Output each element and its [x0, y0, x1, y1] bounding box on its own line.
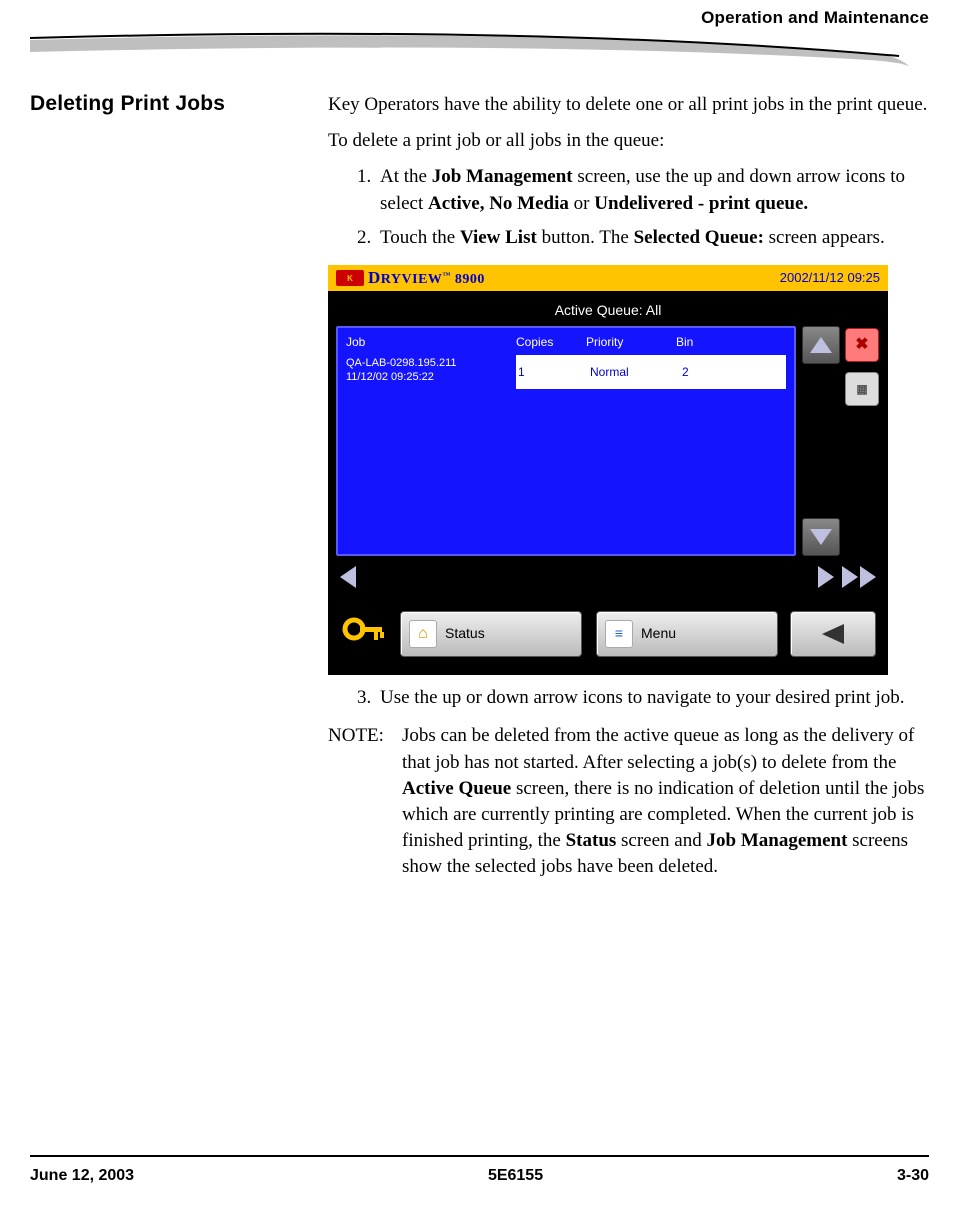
page-left-button[interactable]	[340, 566, 356, 588]
step-3: Use the up or down arrow icons to naviga…	[376, 685, 929, 711]
brand-d: D	[368, 268, 381, 287]
step2-bold2: Selected Queue:	[634, 227, 764, 248]
step1-text: At the	[380, 166, 432, 187]
screenshot-timestamp: 2002/11/12 09:25	[780, 269, 880, 287]
note-body: Jobs can be deleted from the active queu…	[402, 723, 929, 880]
page-right-button[interactable]	[818, 566, 834, 588]
cell-job: QA-LAB-0298.195.211 11/12/02 09:25:22	[346, 355, 516, 389]
status-button[interactable]: ⌂ Status	[400, 611, 582, 657]
scroll-down-button[interactable]	[802, 518, 840, 556]
step2-text: Touch the	[380, 227, 460, 248]
brand-model: 8900	[455, 272, 485, 287]
brand-rest: RYVIEW	[381, 272, 443, 287]
step1-text3: or	[569, 193, 594, 214]
x-icon: ✖	[855, 334, 868, 356]
footer-date: June 12, 2003	[30, 1167, 134, 1185]
note-block: NOTE: Jobs can be deleted from the activ…	[328, 723, 929, 880]
chevron-up-icon	[810, 337, 832, 353]
note-text3: screen and	[616, 830, 706, 851]
home-icon: ⌂	[409, 620, 437, 648]
chevron-left-icon	[340, 566, 356, 588]
step2-bold1: View List	[460, 227, 537, 248]
section-title: Deleting Print Jobs	[30, 92, 300, 116]
cell-bin: 2	[680, 355, 742, 389]
page-footer: June 12, 2003 5E6155 3-30	[30, 1155, 929, 1205]
table-header: Job Copies Priority Bin	[346, 334, 786, 351]
running-head: Operation and Maintenance	[30, 0, 929, 32]
delete-button[interactable]: ✖	[845, 328, 879, 362]
note-bold2: Status	[566, 830, 617, 851]
back-button[interactable]	[790, 611, 876, 657]
note-label: NOTE:	[328, 723, 386, 880]
cell-job-line1: QA-LAB-0298.195.211	[346, 357, 516, 371]
table-row[interactable]: QA-LAB-0298.195.211 11/12/02 09:25:22 1 …	[346, 355, 786, 389]
cell-job-line2: 11/12/02 09:25:22	[346, 371, 516, 385]
double-chevron-right-icon-2	[860, 566, 876, 588]
double-chevron-right-icon	[842, 566, 858, 588]
footer-docnum: 5E6155	[488, 1167, 543, 1185]
list-icon: ≡	[605, 620, 633, 648]
step1-bold2: Active, No Media	[428, 193, 569, 214]
step-2: Touch the View List button. The Selected…	[376, 225, 929, 251]
chevron-down-icon	[810, 529, 832, 545]
step1-bold1: Job Management	[432, 166, 573, 187]
note-bold1: Active Queue	[402, 778, 511, 799]
image-button[interactable]: ▦	[845, 372, 879, 406]
status-button-label: Status	[445, 624, 485, 643]
th-bin: Bin	[676, 334, 736, 351]
kodak-chip-icon: K	[336, 270, 364, 286]
page-end-button[interactable]	[842, 566, 876, 588]
note-text1: Jobs can be deleted from the active queu…	[402, 725, 914, 772]
screenshot-titlebar: K DRYVIEW™ 8900 2002/11/12 09:25	[328, 265, 888, 291]
intro-paragraph-2: To delete a print job or all jobs in the…	[328, 128, 929, 154]
step2-text3: screen appears.	[764, 227, 885, 248]
footer-pagenum: 3-30	[897, 1167, 929, 1185]
image-icon: ▦	[856, 381, 867, 398]
menu-button-label: Menu	[641, 624, 676, 643]
step2-text2: button. The	[537, 227, 634, 248]
chevron-right-icon	[818, 566, 834, 588]
cell-priority: Normal	[588, 355, 680, 389]
th-copies: Copies	[516, 334, 586, 351]
arrow-left-icon	[822, 624, 844, 644]
header-swoosh	[30, 32, 929, 72]
scroll-up-button[interactable]	[802, 326, 840, 364]
intro-paragraph-1: Key Operators have the ability to delete…	[328, 92, 929, 118]
th-priority: Priority	[586, 334, 676, 351]
queue-table: Job Copies Priority Bin QA-LAB-0298.195.…	[336, 326, 796, 556]
brand-tm: ™	[442, 271, 451, 280]
step1-bold3: Undelivered - print queue.	[594, 193, 808, 214]
step-1: At the Job Management screen, use the up…	[376, 164, 929, 216]
screen-title: Active Queue: All	[336, 301, 880, 320]
brand-logo: K DRYVIEW™ 8900	[336, 266, 485, 289]
th-job: Job	[346, 334, 516, 351]
cell-copies: 1	[516, 355, 588, 389]
embedded-screenshot: K DRYVIEW™ 8900 2002/11/12 09:25 Active …	[328, 265, 888, 675]
menu-button[interactable]: ≡ Menu	[596, 611, 778, 657]
key-icon	[340, 615, 388, 653]
note-bold3: Job Management	[707, 830, 848, 851]
